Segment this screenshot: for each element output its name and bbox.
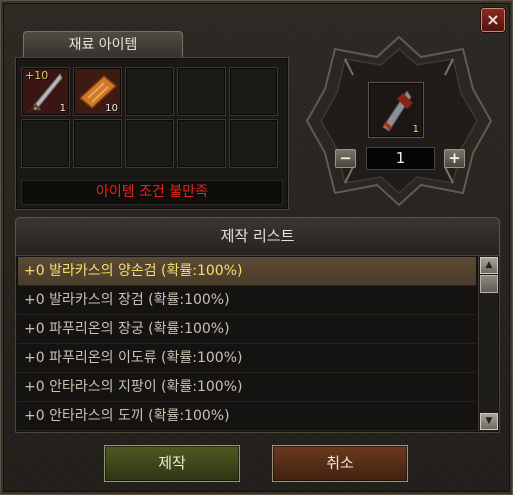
material-slot[interactable]	[229, 119, 278, 168]
result-quantity: 1	[412, 124, 419, 135]
list-item[interactable]: +0 발라카스의 양손검 (확률:100%)	[18, 257, 476, 286]
list-item[interactable]: +0 안타라스의 도끼 (확률:100%)	[18, 402, 476, 431]
item-quantity: 10	[105, 103, 118, 114]
quantity-input[interactable]: 1	[366, 147, 435, 170]
cancel-button[interactable]: 취소	[272, 445, 408, 482]
plus-icon: +	[448, 149, 461, 167]
materials-grid: +10 1 10	[21, 67, 278, 168]
materials-tab[interactable]: 재료 아이템	[23, 31, 183, 59]
craft-list-panel: +0 발라카스의 양손검 (확률:100%) +0 발라카스의 장검 (확률:1…	[15, 255, 500, 433]
chevron-down-icon: ▼	[485, 416, 493, 426]
minus-icon: −	[339, 149, 352, 167]
list-item[interactable]: +0 안타라스의 지팡이 (확률:100%)	[18, 373, 476, 402]
materials-panel: +10 1 10 아이템 조건 불만족	[15, 57, 289, 210]
scroll-thumb[interactable]	[480, 275, 498, 293]
material-slot[interactable]	[125, 67, 174, 116]
close-button[interactable]: ×	[481, 8, 505, 32]
list-item[interactable]: +0 발라카스의 장검 (확률:100%)	[18, 286, 476, 315]
scroll-down-button[interactable]: ▼	[480, 413, 498, 430]
craft-list-header: 제작 리스트	[15, 217, 500, 256]
condition-warning: 아이템 조건 불만족	[21, 180, 283, 205]
material-slot[interactable]	[177, 67, 226, 116]
increase-button[interactable]: +	[444, 149, 465, 168]
decrease-button[interactable]: −	[335, 149, 356, 168]
material-slot[interactable]	[73, 119, 122, 168]
crafting-window: × 재료 아이템 +10 1 10 아이템 조건 불만족 1 − 1 + 제작 …	[0, 0, 513, 495]
craft-list: +0 발라카스의 양손검 (확률:100%) +0 발라카스의 장검 (확률:1…	[18, 257, 476, 431]
material-slot[interactable]	[229, 67, 278, 116]
enhance-level: +10	[25, 69, 49, 82]
list-item[interactable]: +0 파푸리온의 장궁 (확률:100%)	[18, 315, 476, 344]
chevron-up-icon: ▲	[485, 260, 493, 270]
item-quantity: 1	[59, 103, 66, 114]
material-slot[interactable]	[177, 119, 226, 168]
scroll-up-button[interactable]: ▲	[480, 257, 498, 274]
material-slot[interactable]	[21, 119, 70, 168]
list-item[interactable]: +0 파푸리온의 이도류 (확률:100%)	[18, 344, 476, 373]
result-item-slot[interactable]: 1	[368, 82, 424, 138]
scrollbar[interactable]: ▲ ▼	[478, 256, 498, 431]
material-slot[interactable]: 10	[73, 67, 122, 116]
craft-button[interactable]: 제작	[104, 445, 240, 482]
material-slot[interactable]	[125, 119, 174, 168]
material-slot[interactable]: +10 1	[21, 67, 70, 116]
close-icon: ×	[486, 10, 500, 29]
